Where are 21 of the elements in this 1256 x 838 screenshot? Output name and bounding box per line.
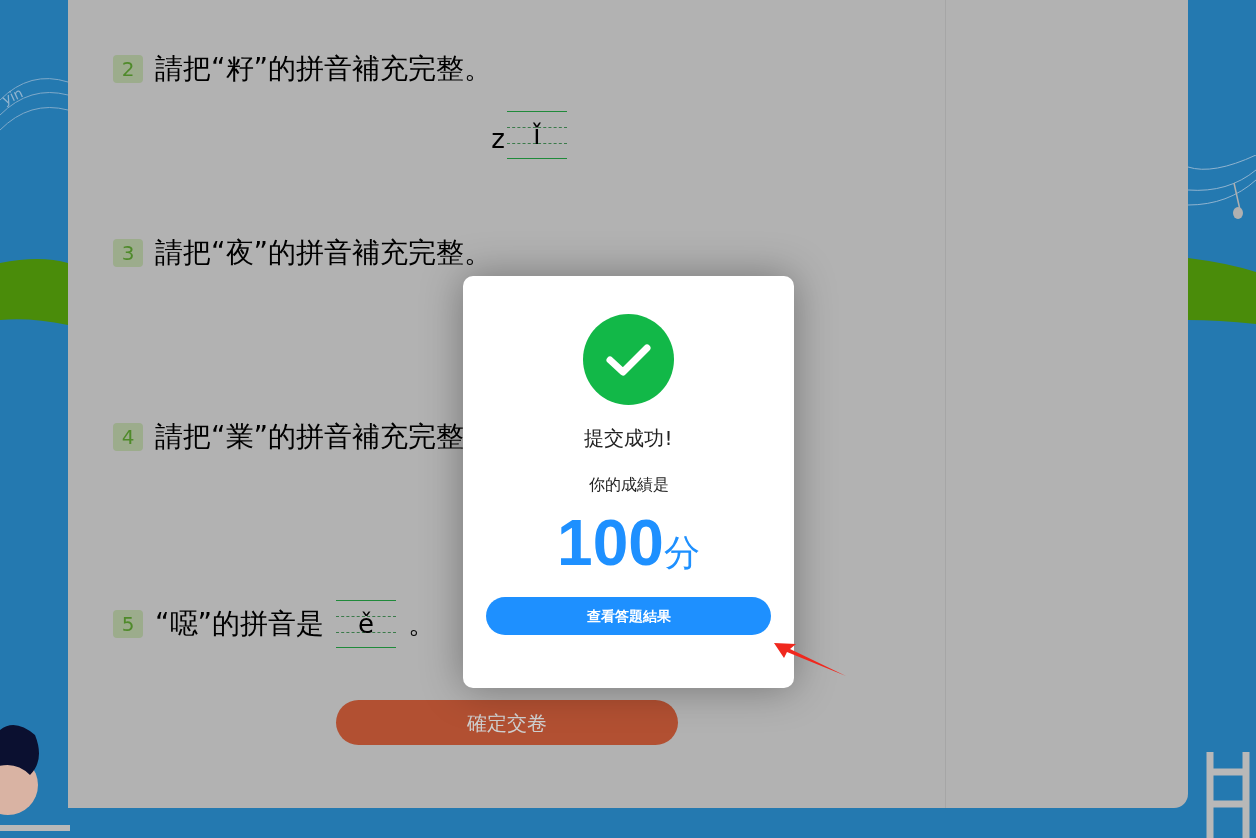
pinyin-initial: z [491,123,505,156]
score-value: 100 [557,506,664,581]
score-unit: 分 [663,531,700,575]
question-text: “噁”的拼音是 [155,606,324,642]
question-text: 請把“籽”的拼音補充完整。 [155,51,492,87]
pinyin-answer-box: ě [336,600,396,648]
success-check-icon [583,314,674,405]
question-number: 4 [113,423,143,451]
question-text: 。 [408,606,436,642]
background-text: yin [0,83,27,110]
view-results-button[interactable]: 查看答題結果 [486,597,771,635]
question-text: 請把“業”的拼音補充完整 [155,419,464,455]
pinyin-answer-box: ǐ [506,110,567,159]
submit-button[interactable]: 確定交卷 [336,700,678,745]
dialog-title: 提交成功! [584,425,673,452]
question-number: 3 [113,239,143,267]
hill-drawing [1188,258,1256,326]
question-text: 請把“夜”的拼音補充完整。 [155,235,492,271]
dialog-subtitle: 你的成績是 [588,474,669,496]
question-number: 2 [113,55,143,83]
question-number: 5 [113,610,143,638]
